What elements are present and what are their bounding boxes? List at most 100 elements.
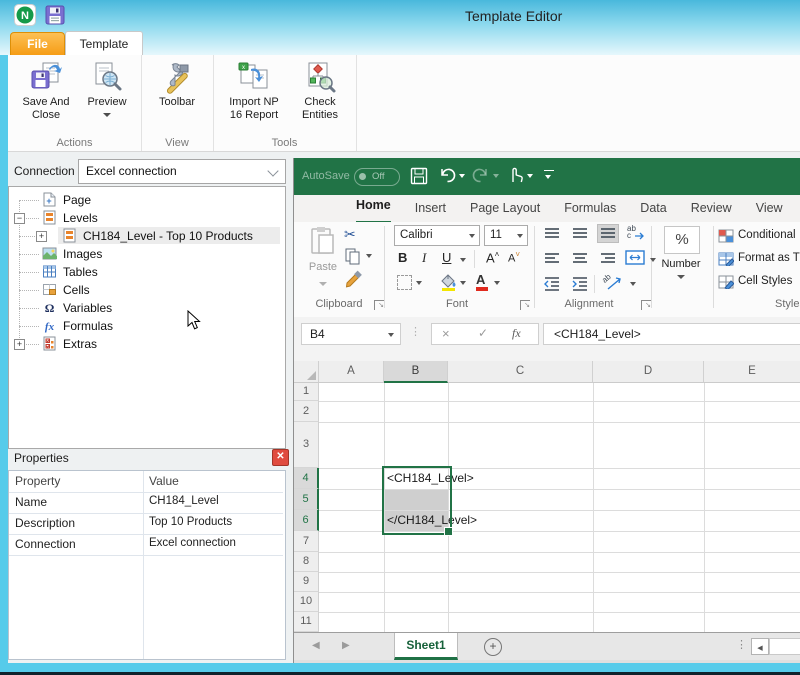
customize-toolbar-icon[interactable]	[544, 170, 554, 171]
autosave-toggle[interactable]: Off	[354, 168, 400, 186]
column-header-A[interactable]: A	[319, 361, 384, 383]
copy-dropdown-icon[interactable]	[366, 254, 372, 258]
italic-button[interactable]: I	[422, 250, 426, 266]
touch-mode-icon[interactable]	[506, 166, 524, 189]
row-header-11[interactable]: 11	[294, 612, 319, 632]
column-header-B[interactable]: B	[384, 361, 448, 383]
tabbar-splitter-icon[interactable]: ⋮	[736, 638, 747, 651]
new-sheet-icon[interactable]: +	[484, 638, 502, 656]
tree-item-images[interactable]: Images	[9, 245, 279, 263]
check-entities-button[interactable]: Check Entities	[292, 60, 348, 122]
row-header-6[interactable]: 6	[294, 510, 319, 531]
orientation-icon[interactable]: ab	[602, 274, 626, 292]
select-all-corner[interactable]	[294, 361, 319, 383]
excel-tab-page-layout[interactable]: Page Layout	[470, 195, 540, 222]
tree-item-ch184level[interactable]: +CH184_Level - Top 10 Products	[9, 227, 279, 245]
excel-tab-home[interactable]: Home	[356, 194, 391, 224]
fill-handle[interactable]	[444, 527, 453, 536]
expand-icon[interactable]: +	[36, 231, 47, 242]
tree-item-tables[interactable]: Tables	[9, 263, 279, 281]
hscroll-track[interactable]	[769, 638, 800, 655]
tab-template[interactable]: Template	[65, 31, 143, 56]
property-value[interactable]: Excel connection	[149, 534, 236, 555]
font-size-select[interactable]: 11	[484, 225, 528, 246]
undo-icon[interactable]	[438, 166, 456, 189]
collapse-icon[interactable]: −	[14, 213, 25, 224]
orientation-dropdown-icon[interactable]	[630, 282, 636, 286]
preview-button[interactable]: Preview	[78, 60, 136, 117]
save-icon[interactable]	[44, 4, 66, 31]
number-format-button[interactable]: %	[664, 226, 700, 254]
customize-toolbar-chevron-icon[interactable]	[545, 175, 551, 179]
row-header-5[interactable]: 5	[294, 489, 319, 510]
excel-tab-formulas[interactable]: Formulas	[564, 195, 616, 222]
name-box[interactable]: B4	[301, 323, 401, 345]
tree-item-variables[interactable]: ΩVariables	[9, 299, 279, 317]
tab-file[interactable]: File	[10, 32, 65, 56]
align-bottom-icon[interactable]	[597, 224, 619, 243]
clipboard-dialog-launcher-icon[interactable]: ↘	[374, 300, 384, 310]
column-header-E[interactable]: E	[704, 361, 800, 383]
fill-color-dropdown-icon[interactable]	[460, 281, 466, 285]
styles-item-2[interactable]: Cell Styles	[718, 274, 800, 292]
tree-item-extras[interactable]: +Extras	[9, 335, 279, 353]
align-center-icon[interactable]	[570, 250, 590, 267]
excel-tab-review[interactable]: Review	[691, 195, 732, 222]
copy-icon[interactable]	[344, 247, 362, 270]
connection-select[interactable]: Excel connection	[78, 159, 286, 184]
expand-icon[interactable]: +	[14, 339, 25, 350]
excel-tab-data[interactable]: Data	[640, 195, 666, 222]
row-header-2[interactable]: 2	[294, 401, 319, 422]
touch-mode-dropdown-icon[interactable]	[527, 174, 533, 178]
tree-item-cells[interactable]: Cells	[9, 281, 279, 299]
enter-icon[interactable]: ✓	[478, 326, 488, 340]
excel-tab-view[interactable]: View	[756, 195, 783, 222]
font-name-select[interactable]: Calibri	[394, 225, 480, 246]
fill-color-icon[interactable]	[440, 273, 458, 296]
merge-center-dropdown-icon[interactable]	[650, 258, 656, 262]
undo-dropdown-icon[interactable]	[459, 174, 465, 178]
underline-dropdown-icon[interactable]	[460, 258, 466, 262]
column-header-C[interactable]: C	[448, 361, 593, 383]
row-header-8[interactable]: 8	[294, 552, 319, 572]
tree-item-formulas[interactable]: fxFormulas	[9, 317, 279, 335]
wrap-text-icon[interactable]: abc	[625, 224, 647, 242]
toolbar-button[interactable]: Toolbar	[146, 60, 208, 109]
bold-button[interactable]: B	[398, 250, 407, 265]
preview-dropdown-icon[interactable]	[103, 113, 111, 117]
excel-tab-insert[interactable]: Insert	[415, 195, 446, 222]
row-header-1[interactable]: 1	[294, 383, 319, 401]
insert-function-icon[interactable]: fx	[512, 326, 521, 341]
save-and-close-button[interactable]: Save And Close	[18, 60, 74, 122]
row-header-4[interactable]: 4	[294, 468, 319, 489]
paste-button[interactable]: Paste	[306, 226, 340, 291]
align-left-icon[interactable]	[542, 250, 562, 267]
import-np-report-button[interactable]: x Import NP 16 Report	[222, 60, 286, 122]
column-header-D[interactable]: D	[593, 361, 704, 383]
number-dropdown-icon[interactable]	[677, 275, 685, 279]
tree-item-levels[interactable]: −Levels	[9, 209, 279, 227]
format-painter-icon[interactable]	[344, 270, 364, 295]
font-color-dropdown-icon[interactable]	[494, 281, 500, 285]
align-top-icon[interactable]	[542, 225, 562, 242]
increase-font-size-button[interactable]: A˄	[486, 250, 499, 265]
hscroll-left-icon[interactable]: ◀	[751, 638, 769, 655]
properties-close-icon[interactable]: ✕	[272, 449, 289, 466]
cut-icon[interactable]: ✂	[344, 226, 356, 243]
font-color-icon[interactable]: A	[476, 272, 485, 287]
row-header-10[interactable]: 10	[294, 592, 319, 612]
name-box-dropdown-icon[interactable]	[388, 333, 394, 337]
styles-item-0[interactable]: Conditional	[718, 228, 800, 246]
row-header-7[interactable]: 7	[294, 531, 319, 552]
font-dialog-launcher-icon[interactable]: ↘	[520, 300, 530, 310]
formula-input[interactable]: <CH184_Level>	[543, 323, 800, 345]
borders-dropdown-icon[interactable]	[416, 281, 422, 285]
property-value[interactable]: Top 10 Products	[149, 513, 232, 534]
decrease-font-size-button[interactable]: A˅	[508, 250, 520, 265]
row-header-3[interactable]: 3	[294, 422, 319, 468]
increase-indent-icon[interactable]	[570, 275, 590, 292]
merge-center-icon[interactable]	[625, 250, 645, 266]
underline-button[interactable]: U	[442, 250, 451, 265]
next-sheet-icon[interactable]: ▶	[342, 640, 350, 651]
align-right-icon[interactable]	[598, 250, 618, 267]
